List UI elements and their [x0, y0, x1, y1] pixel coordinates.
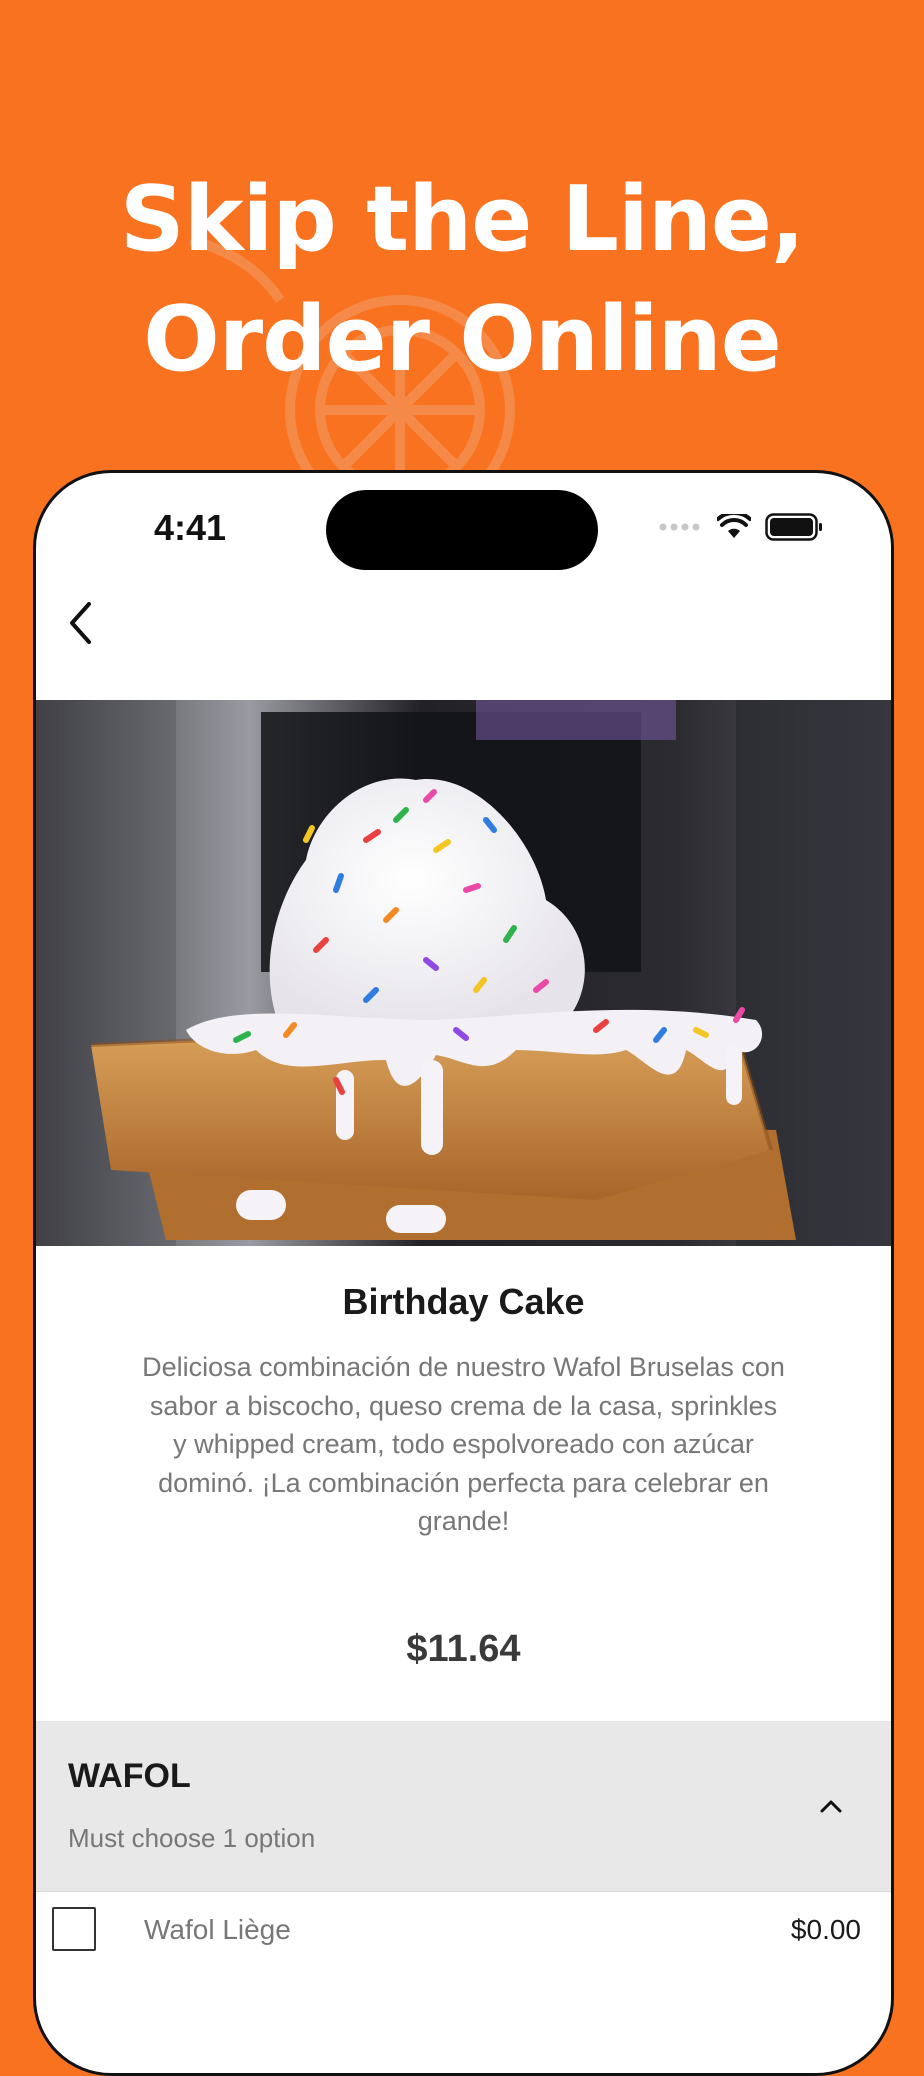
product-photo [36, 700, 891, 1246]
battery-icon [765, 513, 822, 541]
product-description: Deliciosa combinación de nuestro Wafol B… [142, 1352, 785, 1536]
product-title: Birthday Cake [342, 1281, 585, 1322]
dynamic-island [326, 490, 598, 570]
product-price: $11.64 [406, 1628, 521, 1670]
phone-frame: 4:41 Birthday Cake Deliciosa combinación… [33, 470, 894, 2076]
option-row-wafol-liege[interactable]: Wafol Liège $0.00 [36, 1892, 891, 1980]
option-group-subtitle: Must choose 1 option [68, 1823, 316, 1853]
collapse-button[interactable] [813, 1791, 849, 1821]
wifi-icon [717, 514, 751, 538]
promo-headline: Skip the Line, Order Online [0, 160, 924, 400]
option-price: $0.00 [790, 1914, 861, 1945]
status-bar: 4:41 [36, 473, 891, 593]
option-checkbox[interactable] [52, 1907, 96, 1951]
status-time: 4:41 [154, 507, 227, 548]
back-button[interactable] [50, 593, 110, 653]
signal-icon [659, 523, 700, 531]
chevron-left-icon [70, 602, 91, 644]
navigation-bar [36, 593, 891, 703]
option-group-title: WAFOL [68, 1757, 191, 1795]
promo-headline-line-2: Order Online [143, 287, 781, 392]
chevron-up-icon [820, 1800, 842, 1813]
product-image [36, 700, 891, 1246]
status-icons [659, 513, 823, 541]
option-name: Wafol Liège [144, 1914, 291, 1945]
option-group-header[interactable]: WAFOL Must choose 1 option [36, 1721, 891, 1892]
promo-headline-line-1: Skip the Line, [119, 167, 805, 272]
